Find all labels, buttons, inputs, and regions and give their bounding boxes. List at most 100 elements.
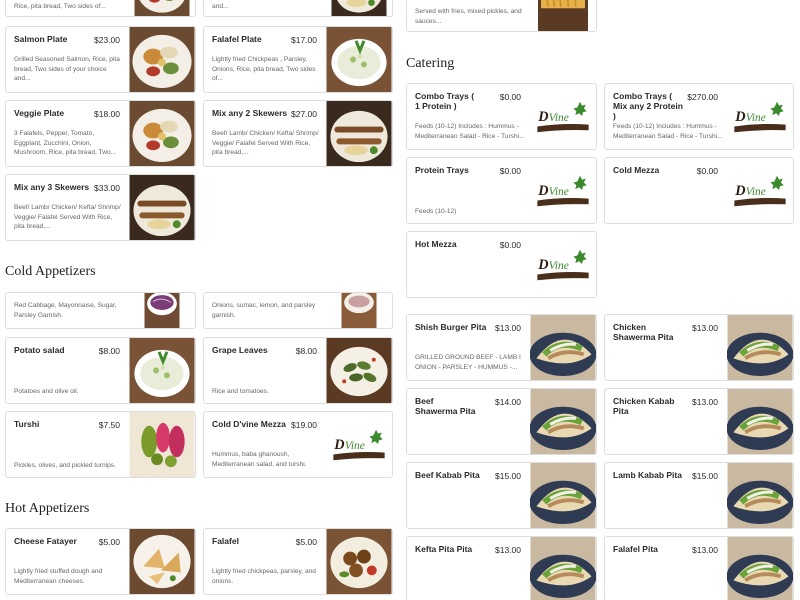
catering-item-card[interactable]: Protein Trays $0.00 Feeds (10-12) <box>406 157 597 224</box>
item-description: Beef/ Lamb/ Chicken/ Kefta/ Shrimp/ Vegg… <box>14 204 121 231</box>
dvine-logo-icon <box>330 426 388 464</box>
dvine-logo-icon <box>534 246 592 284</box>
onion-salad-photo <box>326 293 392 328</box>
menu-item-card[interactable]: Chicken Kabab Pita $13.00 <box>604 388 794 455</box>
food-photo <box>530 0 596 31</box>
item-price: $0.00 <box>696 166 718 176</box>
section-heading-catering: Catering <box>406 56 455 71</box>
item-name: Potato salad <box>14 345 65 355</box>
menu-item-card[interactable]: Salmon Plate $23.00 Grilled Seasoned Sal… <box>5 26 196 93</box>
item-name: Mix any 3 Skewers <box>14 182 90 192</box>
catering-item-card[interactable]: Hot Mezza $0.00 <box>406 231 597 298</box>
dvine-logo-icon <box>534 172 592 210</box>
item-description: Rice, pita bread, Two sides of... <box>14 3 106 10</box>
falafel-photo <box>326 529 392 594</box>
item-description: Onions, sumac, lemon, and parsley garnis… <box>212 302 316 319</box>
item-price: $13.00 <box>692 545 718 555</box>
menu-item-card[interactable]: Beef Shawerma Pita $14.00 <box>406 388 597 455</box>
catering-item-card[interactable]: Combo Trays ( 1 Protein ) $0.00 Feeds (1… <box>406 83 597 150</box>
catering-item-card[interactable]: Cold Mezza $0.00 <box>604 157 794 224</box>
item-description: Grilled Seasoned Salmon, Rice, pita brea… <box>14 56 120 83</box>
partial-menu-card[interactable]: Served with fries, mixed pickles, and sa… <box>406 0 597 32</box>
menu-item-card[interactable]: Falafel $5.00 Lightly fried chickpeas, p… <box>203 528 393 595</box>
item-name: Hot Mezza <box>415 239 457 249</box>
item-name: Falafel Pita <box>613 544 658 554</box>
item-description: Pickles, olives, and pickled turnips. <box>14 462 116 469</box>
dvine-logo-icon <box>731 172 789 210</box>
item-name: Turshi <box>14 419 40 429</box>
menu-item-card[interactable]: Chicken Shawerma Pita $13.00 <box>604 314 794 381</box>
catering-item-card[interactable]: Combo Trays ( Mix any 2 Protein ) $270.0… <box>604 83 794 150</box>
turshi-photo <box>129 412 195 477</box>
menu-item-card[interactable]: Potato salad $8.00 Potatoes and olive oi… <box>5 337 196 404</box>
item-description: Feeds (10-12) Includes : Hummus - Medite… <box>613 123 723 140</box>
dvine-logo-icon <box>534 98 592 136</box>
potato-salad-photo <box>129 338 195 403</box>
item-name: Cheese Fatayer <box>14 536 77 546</box>
pita-photo <box>530 315 596 380</box>
menu-item-card[interactable]: Shish Burger Pita $13.00 GRILLED GROUND … <box>406 314 597 381</box>
dvine-logo-icon <box>731 98 789 136</box>
partial-menu-card[interactable]: Onions, sumac, lemon, and parsley garnis… <box>203 292 393 329</box>
menu-item-card[interactable]: Kefta Pita Pita $13.00 <box>406 536 597 600</box>
item-price: $15.00 <box>692 471 718 481</box>
item-price: $33.00 <box>94 183 120 193</box>
item-price: $18.00 <box>94 109 120 119</box>
item-name: Cold Mezza <box>613 165 660 175</box>
item-description: Potatoes and olive oil. <box>14 388 79 395</box>
partial-menu-card[interactable]: Red Cabbage, Mayonnaise, Sugar, Parsley … <box>5 292 196 329</box>
menu-item-card[interactable]: Mix any 2 Skewers $27.00 Beef/ Lamb/ Chi… <box>203 100 393 167</box>
menu-item-card[interactable]: Cheese Fatayer $5.00 Lightly fried stuff… <box>5 528 196 595</box>
item-name: Chicken Kabab Pita <box>613 396 675 416</box>
item-price: $13.00 <box>495 545 521 555</box>
item-description: Feeds (10-12) Includes : Hummus - Medite… <box>415 123 525 140</box>
item-description: Red Cabbage, Mayonnaise, Sugar, Parsley … <box>14 302 117 319</box>
menu-item-card[interactable]: Grape Leaves $8.00 Rice and tomatoes. <box>203 337 393 404</box>
partial-menu-card[interactable]: and... <box>203 0 393 17</box>
item-name: Combo Trays ( 1 Protein ) <box>415 91 475 111</box>
item-price: $13.00 <box>692 323 718 333</box>
menu-item-card[interactable]: Falafel Plate $17.00 Lightly fried Chick… <box>203 26 393 93</box>
section-heading-cold-appetizers: Cold Appetizers <box>5 264 96 279</box>
pita-photo <box>727 389 793 454</box>
menu-item-card[interactable]: Falafel Pita $13.00 <box>604 536 794 600</box>
pita-photo <box>530 389 596 454</box>
item-name: Veggie Plate <box>14 108 65 118</box>
item-price: $5.00 <box>295 537 317 547</box>
item-name: Salmon Plate <box>14 34 68 44</box>
item-price: $270.00 <box>687 92 718 102</box>
item-name: Falafel Plate <box>212 34 262 44</box>
item-description: GRILLED GROUND BEEF - LAMB I ONION - PAR… <box>415 354 521 371</box>
item-name: Lamb Kabab Pita <box>613 470 682 480</box>
menu-item-card[interactable]: Veggie Plate $18.00 3 Falafels, Pepper, … <box>5 100 196 167</box>
item-price: $8.00 <box>98 346 120 356</box>
pita-photo <box>530 463 596 528</box>
skewers-3-photo <box>129 175 195 240</box>
item-name: Cold D'vine Mezza <box>212 419 286 429</box>
menu-item-card[interactable]: Mix any 3 Skewers $33.00 Beef/ Lamb/ Chi… <box>5 174 196 241</box>
menu-item-card[interactable]: Lamb Kabab Pita $15.00 <box>604 462 794 529</box>
item-description: Lightly fried stuffed dough and Mediterr… <box>14 568 103 585</box>
skewers-photo <box>326 101 392 166</box>
item-name: Chicken Shawerma Pita <box>613 322 674 342</box>
item-price: $7.50 <box>98 420 120 430</box>
item-price: $27.00 <box>291 109 317 119</box>
item-price: $0.00 <box>499 92 521 102</box>
item-price: $8.00 <box>295 346 317 356</box>
item-description: Served with fries, mixed pickles, and sa… <box>415 8 522 25</box>
item-description: 3 Falafels, Pepper, Tomato, Eggplant, Zu… <box>14 130 117 157</box>
item-description: Rice and tomatoes. <box>212 388 269 395</box>
fatayer-photo <box>129 529 195 594</box>
food-photo <box>129 0 195 16</box>
partial-menu-card[interactable]: Rice, pita bread, Two sides of... <box>5 0 196 17</box>
item-price: $23.00 <box>94 35 120 45</box>
item-description: Lightly fried chickpeas, parsley, and on… <box>212 568 316 585</box>
menu-item-card[interactable]: Cold D'vine Mezza $19.00 Hummus, baba gh… <box>203 411 393 478</box>
item-price: $13.00 <box>495 323 521 333</box>
menu-item-card[interactable]: Beef Kabab Pita $15.00 <box>406 462 597 529</box>
item-price: $17.00 <box>291 35 317 45</box>
item-name: Grape Leaves <box>212 345 268 355</box>
item-name: Shish Burger Pita <box>415 322 487 332</box>
salmon-plate-photo <box>129 27 195 92</box>
menu-item-card[interactable]: Turshi $7.50 Pickles, olives, and pickle… <box>5 411 196 478</box>
